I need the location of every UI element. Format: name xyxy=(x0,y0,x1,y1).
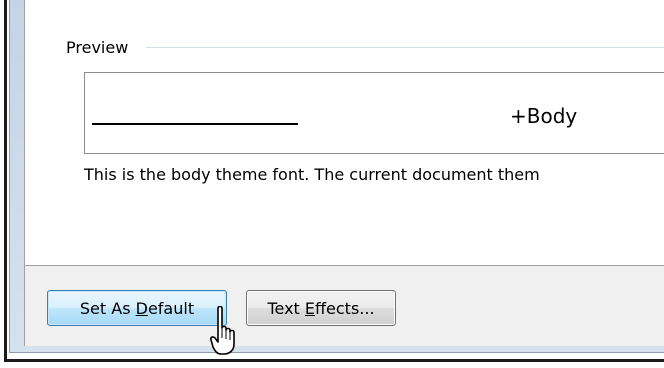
text-effects-button[interactable]: Text Effects... xyxy=(246,290,396,326)
preview-sample-text: +Body xyxy=(510,104,578,128)
text-effects-label-prefix: Text xyxy=(267,298,305,318)
preview-group-divider xyxy=(146,47,664,48)
set-as-default-label-suffix: efault xyxy=(147,298,195,318)
text-effects-mnemonic: E xyxy=(304,298,316,318)
set-as-default-button[interactable]: Set As Default xyxy=(47,290,227,326)
set-as-default-label-prefix: Set As xyxy=(79,298,136,318)
text-effects-label-suffix: ffects... xyxy=(315,298,375,318)
font-description: This is the body theme font. The current… xyxy=(84,165,540,184)
preview-underline xyxy=(92,123,298,125)
hand-pointer-icon xyxy=(210,306,235,355)
preview-group-label: Preview xyxy=(66,38,135,57)
set-as-default-mnemonic: D xyxy=(135,298,148,318)
